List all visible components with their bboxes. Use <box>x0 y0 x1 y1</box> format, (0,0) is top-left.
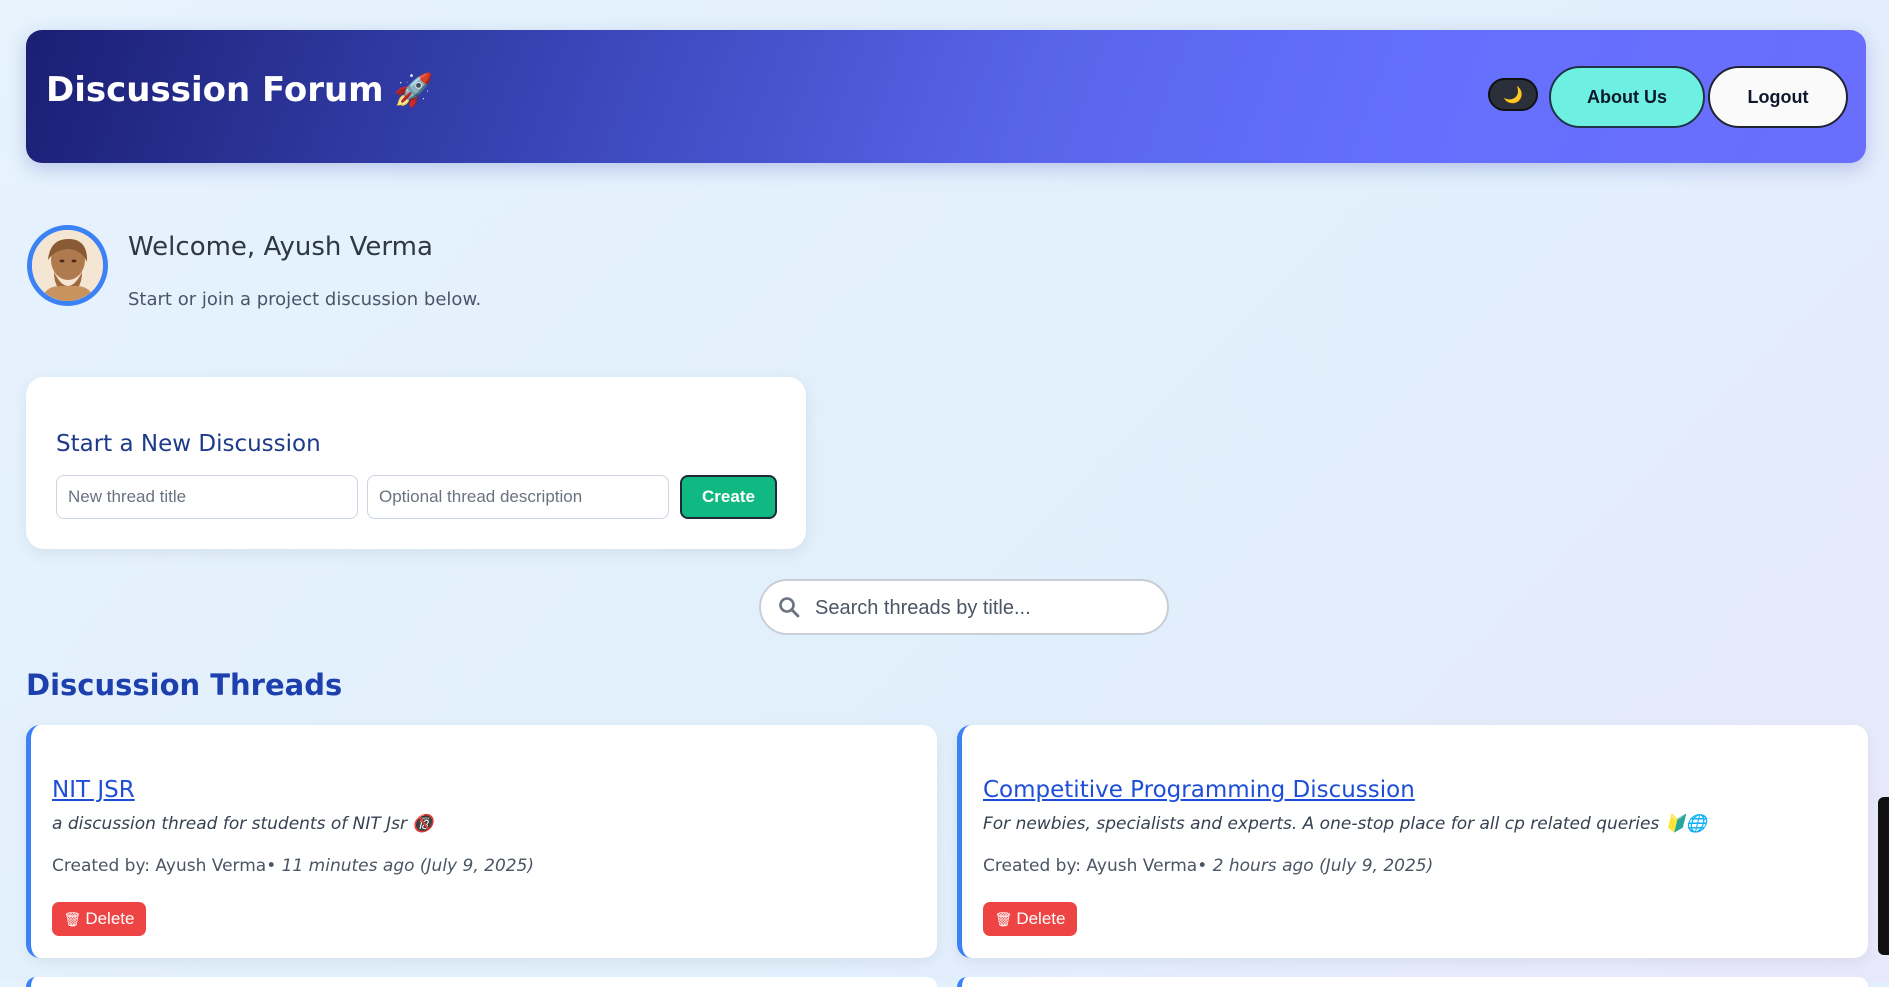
search-icon <box>779 597 800 618</box>
thread-description: a discussion thread for students of NIT … <box>52 814 434 834</box>
about-us-button[interactable]: About Us <box>1549 66 1705 128</box>
rocket-icon: 🚀 <box>393 71 434 109</box>
thread-description: For newbies, specialists and experts. A … <box>983 814 1707 834</box>
page-title: Discussion Forum 🚀 <box>46 70 433 110</box>
thread-card-partial <box>957 977 1868 987</box>
logout-button[interactable]: Logout <box>1708 66 1848 128</box>
welcome-subtext: Start or join a project discussion below… <box>128 289 482 310</box>
avatar <box>27 225 108 306</box>
moon-icon: 🌙 <box>1503 85 1523 104</box>
new-discussion-card: Start a New Discussion Create <box>26 377 806 549</box>
thread-card: NIT JSR a discussion thread for students… <box>26 725 937 958</box>
create-button[interactable]: Create <box>680 475 777 519</box>
new-discussion-heading: Start a New Discussion <box>56 431 321 457</box>
threads-heading: Discussion Threads <box>26 668 343 702</box>
delete-button[interactable]: 🗑 Delete <box>52 902 146 936</box>
delete-label: Delete <box>1016 909 1066 928</box>
thread-title-link[interactable]: Competitive Programming Discussion <box>983 777 1415 803</box>
thread-card-partial <box>26 977 937 987</box>
thread-description-input[interactable] <box>367 475 669 519</box>
search-bar[interactable] <box>759 579 1169 635</box>
theme-toggle-button[interactable]: 🌙 <box>1488 78 1538 111</box>
delete-button[interactable]: 🗑 Delete <box>983 902 1077 936</box>
trash-icon: 🗑 <box>63 910 82 927</box>
thread-title-input[interactable] <box>56 475 358 519</box>
side-toolbar-tab[interactable] <box>1878 797 1889 955</box>
thread-timestamp: • 2 hours ago (July 9, 2025) <box>1197 856 1434 876</box>
thread-card: Competitive Programming Discussion For n… <box>957 725 1868 958</box>
avatar-portrait-icon <box>32 230 103 301</box>
thread-timestamp: • 11 minutes ago (July 9, 2025) <box>266 856 535 876</box>
welcome-heading: Welcome, Ayush Verma <box>128 232 433 262</box>
thread-meta: Created by: Ayush Verma• 2 hours ago (Ju… <box>983 856 1433 876</box>
thread-author: Created by: Ayush Verma <box>52 856 267 876</box>
trash-icon: 🗑 <box>994 910 1013 927</box>
delete-label: Delete <box>85 909 135 928</box>
thread-title-link[interactable]: NIT JSR <box>52 777 135 803</box>
header-bar: Discussion Forum 🚀 🌙 About Us Logout <box>26 30 1866 163</box>
search-input[interactable] <box>813 581 1157 635</box>
thread-meta: Created by: Ayush Verma• 11 minutes ago … <box>52 856 534 876</box>
thread-author: Created by: Ayush Verma <box>983 856 1198 876</box>
page-title-text: Discussion Forum <box>46 70 384 110</box>
